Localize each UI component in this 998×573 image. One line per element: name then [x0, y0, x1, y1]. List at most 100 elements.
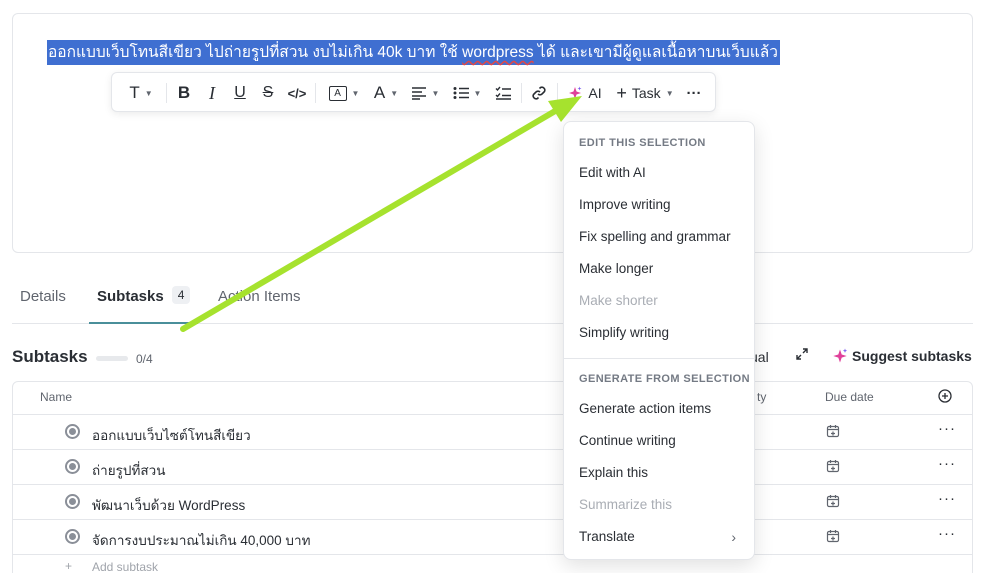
format-toolbar: T ▼ B I U S </> A ▼ A ▼ ▼ ▼ AI + Task ▼ ···	[111, 72, 716, 112]
menu-divider	[564, 358, 754, 359]
menu-item-edit-with-ai[interactable]: Edit with AI	[564, 157, 754, 189]
due-date-calendar-icon[interactable]	[826, 529, 840, 548]
text-color-icon: A	[373, 83, 386, 102]
checklist-button[interactable]	[492, 73, 514, 113]
menu-item-fix-spelling[interactable]: Fix spelling and grammar	[564, 221, 754, 253]
subtask-name[interactable]: ออกแบบเว็บไซต์โทนสีเขียว	[92, 424, 251, 446]
menu-section-edit: EDIT THIS SELECTION	[579, 137, 706, 149]
task-tabs: Details Subtasks 4 Action Items	[12, 276, 973, 324]
bullet-list-icon	[453, 87, 469, 99]
ai-actions-menu: EDIT THIS SELECTION Edit with AI Improve…	[563, 121, 755, 560]
menu-section-generate: GENERATE FROM SELECTION	[579, 373, 750, 385]
subtasks-title: Subtasks	[12, 347, 88, 366]
task-label: Task	[631, 85, 661, 101]
table-row[interactable]: พัฒนาเว็บด้วย WordPress ···	[13, 484, 972, 519]
menu-item-summarize-this: Summarize this	[579, 497, 673, 512]
subtasks-progress-bar	[96, 356, 128, 361]
add-subtask-label: Add subtask	[92, 560, 159, 573]
text-box-icon: A	[328, 85, 347, 101]
toolbar-divider	[521, 83, 522, 103]
tab-action-items[interactable]: Action Items	[218, 276, 301, 324]
status-icon[interactable]	[65, 494, 80, 509]
toolbar-divider	[166, 83, 167, 103]
task-dropdown[interactable]: + Task ▼	[612, 73, 678, 113]
italic-button[interactable]: I	[202, 73, 222, 113]
due-date-calendar-icon[interactable]	[826, 494, 840, 513]
code-button[interactable]: </>	[285, 73, 309, 113]
menu-item-translate-label: Translate	[579, 529, 635, 544]
selected-text-start: ออกแบบเว็บโทนสีเขียว ไปถ่ายรูปที่สวน งบไ…	[48, 44, 463, 61]
column-header-priority[interactable]: ty	[757, 390, 766, 404]
subtasks-table: Name ty Due date ออกแบบเว็บไซต์โทนสีเขีย…	[12, 381, 973, 573]
chevron-right-icon: ›	[731, 529, 736, 545]
align-dropdown[interactable]: ▼	[408, 73, 442, 113]
chevron-down-icon: ▼	[473, 88, 482, 98]
menu-item-simplify-writing[interactable]: Simplify writing	[564, 317, 754, 349]
subtask-name[interactable]: จัดการงบประมาณไม่เกิน 40,000 บาท	[92, 529, 310, 551]
plus-icon: +	[65, 559, 73, 573]
menu-item-make-shorter: Make shorter	[579, 293, 658, 308]
column-header-name[interactable]: Name	[40, 390, 72, 404]
selected-text-link: wordpress	[462, 44, 534, 61]
ai-label: AI	[588, 85, 602, 101]
bullet-list-dropdown[interactable]: ▼	[450, 73, 484, 113]
chevron-down-icon: ▼	[665, 88, 674, 98]
due-date-calendar-icon[interactable]	[826, 459, 840, 478]
plus-circle-icon	[938, 389, 952, 403]
column-header-due-date[interactable]: Due date	[825, 390, 874, 404]
suggest-subtasks-button[interactable]: Suggest subtasks	[832, 348, 972, 364]
tab-subtasks[interactable]: Subtasks 4	[89, 276, 199, 324]
row-more-options[interactable]: ···	[938, 455, 956, 472]
status-icon[interactable]	[65, 529, 80, 544]
tab-details[interactable]: Details	[20, 276, 66, 324]
expand-icon	[796, 348, 808, 360]
menu-item-translate[interactable]: Translate ›	[564, 521, 754, 553]
subtask-name[interactable]: พัฒนาเว็บด้วย WordPress	[92, 494, 245, 516]
expand-button[interactable]	[795, 347, 809, 364]
menu-item-make-longer[interactable]: Make longer	[564, 253, 754, 285]
add-subtask-row[interactable]: + Add subtask	[13, 554, 972, 573]
menu-item-continue-writing[interactable]: Continue writing	[564, 425, 754, 457]
row-more-options[interactable]: ···	[938, 420, 956, 437]
menu-item-generate-action-items[interactable]: Generate action items	[564, 393, 754, 425]
link-icon	[532, 86, 546, 100]
chevron-down-icon: ▼	[390, 88, 399, 98]
text-box-dropdown[interactable]: A ▼	[324, 73, 364, 113]
status-icon[interactable]	[65, 424, 80, 439]
menu-item-explain-this[interactable]: Explain this	[564, 457, 754, 489]
status-icon[interactable]	[65, 459, 80, 474]
more-options-button[interactable]: ···	[682, 73, 706, 113]
link-button[interactable]	[528, 73, 550, 113]
toolbar-divider	[315, 83, 316, 103]
ai-sparkle-icon	[833, 348, 848, 363]
chevron-down-icon: ▼	[351, 88, 360, 98]
subtasks-count-badge: 4	[171, 286, 191, 304]
checklist-icon	[495, 86, 511, 100]
table-row[interactable]: ออกแบบเว็บไซต์โทนสีเขียว ···	[13, 414, 972, 449]
selected-text[interactable]: ออกแบบเว็บโทนสีเขียว ไปถ่ายรูปที่สวน งบไ…	[47, 40, 780, 65]
align-left-icon	[411, 87, 426, 100]
underline-button[interactable]: U	[230, 73, 250, 113]
selected-text-end: ได้ และเขามีผู้ดูแลเนื้อหาบนเว็บแล้ว	[533, 44, 778, 61]
subtasks-progress-text: 0/4	[136, 352, 153, 366]
suggest-subtasks-label: Suggest subtasks	[852, 348, 972, 364]
due-date-calendar-icon[interactable]	[826, 424, 840, 443]
text-style-dropdown[interactable]: T ▼	[124, 73, 158, 113]
chevron-down-icon: ▼	[431, 88, 440, 98]
ai-sparkle-icon	[569, 86, 582, 99]
table-row[interactable]: จัดการงบประมาณไม่เกิน 40,000 บาท ···	[13, 519, 972, 554]
ai-button[interactable]: AI	[566, 73, 604, 113]
table-row[interactable]: ถ่ายรูปที่สวน ···	[13, 449, 972, 484]
subtask-name[interactable]: ถ่ายรูปที่สวน	[92, 459, 165, 481]
tab-subtasks-label: Subtasks	[97, 288, 164, 305]
strikethrough-button[interactable]: S	[258, 73, 278, 113]
toolbar-divider	[557, 83, 558, 103]
chevron-down-icon: ▼	[144, 88, 153, 98]
text-color-dropdown[interactable]: A ▼	[370, 73, 402, 113]
plus-icon: +	[616, 83, 627, 103]
add-column-button[interactable]	[938, 389, 952, 406]
menu-item-improve-writing[interactable]: Improve writing	[564, 189, 754, 221]
row-more-options[interactable]: ···	[938, 490, 956, 507]
bold-button[interactable]: B	[174, 73, 194, 113]
row-more-options[interactable]: ···	[938, 525, 956, 542]
